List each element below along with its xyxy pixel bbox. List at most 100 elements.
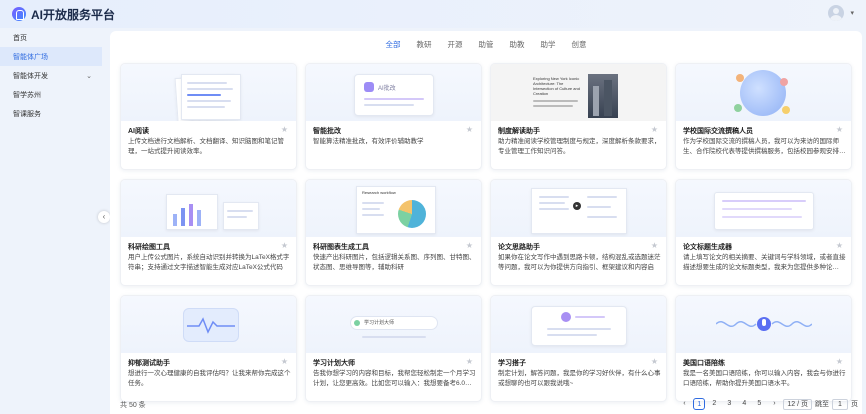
card-description: 告我你想学习的内容和目标，我帮您轻松制定一个月学习计划，让您更高效。比如您可以输… [313,370,476,387]
card-description: 智能算法精准批改，有效评价辅助教学 [313,138,424,145]
jump-page-input[interactable]: 1 [832,398,848,410]
pagination: ‹ 1 2 3 4 5 › 12 / 页 跳至 1 页 [678,398,858,410]
star-icon[interactable]: ★ [466,241,473,250]
sidebar-item-label: 首页 [13,34,27,42]
card-description: 想进行一次心理健康的自我评估吗？让我来帮你完成这个任务。 [128,370,291,387]
sidebar-item-label: 智能体开发 [13,72,48,80]
agent-card-thesis-idea[interactable]: ▸ 论文思路助手 ★ 如果你在论文写作中遇到思路卡顿，结构混乱或选题迷茫等问题，… [490,179,667,286]
star-icon[interactable]: ★ [281,241,288,250]
card-description: 如果你在论文写作中遇到思路卡顿，结构混乱或选题迷茫等问题，我可以为你提供方向指引… [498,254,661,271]
card-thumbnail: ▸ [491,180,666,237]
main-panel: 全部 教研 开源 助管 助教 助学 创意 AI阅读 ★ 上传文档进行文档解析、文… [110,31,862,414]
sidebar-item-agent-dev[interactable]: 智能体开发 ⌄ [0,66,102,85]
card-description: 快速产出科研图片，包括逻辑关系图、序列图、甘特图、状态图、思维导图等，辅助科研 [313,254,476,271]
card-title: AI阅读 [128,128,149,135]
card-title: 美国口语陪练 [683,360,725,367]
star-icon[interactable]: ★ [651,357,658,366]
page-1-button[interactable]: 1 [693,398,706,410]
agent-card-intl-writer[interactable]: 学校国际交流撰稿人员 ★ 作为学校国际交流的撰稿人员，我可以为来访的国际师生、合… [675,63,852,170]
thumb-heading: Exploring New York Iconic Architecture: … [533,76,580,96]
card-thumbnail: Exploring New York Iconic Architecture: … [491,64,666,121]
card-title: 论文标题生成器 [683,244,732,251]
sidebar: 首页 智能体广场 智能体开发 ⌄ 智学苏州 智课服务 [0,28,102,414]
soundwave-icon [716,317,812,331]
total-count: 共 50 条 [120,402,146,409]
page-4-button[interactable]: 4 [738,398,750,410]
agent-card-chart-generator[interactable]: Research workflow 科研图表生成工具 ★ 快速产出科研图片，包括… [305,179,482,286]
star-icon[interactable]: ★ [651,125,658,134]
user-menu[interactable]: ▾ [828,5,854,21]
page-5-button[interactable]: 5 [753,398,765,410]
star-icon[interactable]: ★ [281,125,288,134]
jump-suffix: 页 [851,401,858,408]
card-description: 助力精准阅读学校管理制度与规定，深度解析条款要求，专业管理工作知识问答。 [498,138,661,155]
agent-card-study-planner[interactable]: 学习计划大师 学习计划大师 ★ 告我你想学习的内容和目标，我帮您轻松制定一个月学… [305,295,482,402]
agent-card-title-generator[interactable]: 论文标题生成器 ★ 请上填写论文的相关摘要、关键词与学科领域，或者直接描述想要生… [675,179,852,286]
page-size-select[interactable]: 12 / 页 [783,398,812,410]
card-thumbnail: Research workflow [306,180,481,237]
sidebar-item-smart-suzhou[interactable]: 智学苏州 [0,85,102,104]
tab-management[interactable]: 助管 [471,39,502,50]
agent-card-smart-grading[interactable]: AI批改 智能批改 ★ 智能算法精准批改，有效评价辅助教学 [305,63,482,170]
tab-research[interactable]: 教研 [409,39,440,50]
sidebar-item-course-service[interactable]: 智课服务 [0,104,102,123]
prev-page-button[interactable]: ‹ [678,398,690,410]
card-description: 作为学校国际交流的撰稿人员，我可以为来访的国际师生、合作院校代表等提供撰稿服务，… [683,138,846,155]
app-title: AI开放服务平台 [31,7,116,22]
card-thumbnail: 学习计划大师 [306,296,481,353]
sidebar-item-label: 智学苏州 [13,91,41,99]
card-title: 科研图表生成工具 [313,244,369,251]
thumb-label: AI批改 [378,86,396,92]
category-tabs: 全部 教研 开源 助管 助教 助学 创意 [110,39,862,50]
chevron-down-icon[interactable]: ▾ [850,9,854,17]
thumb-heading: Research workflow [362,190,396,195]
star-icon[interactable]: ★ [651,241,658,250]
agent-card-research-drawing[interactable]: 科研绘图工具 ★ 用户上传公式图片，系统自动识别并转换为LaTeX格式字符串；支… [120,179,297,286]
tab-learning[interactable]: 助学 [533,39,564,50]
agent-card-ai-reading[interactable]: AI阅读 ★ 上传文档进行文档解析、文档翻译、知识脑图和笔记管理，一站式提升阅读… [120,63,297,170]
sidebar-item-agent-square[interactable]: 智能体广场 [0,47,102,66]
card-title: 学校国际交流撰稿人员 [683,128,753,135]
agent-card-oral-practice[interactable]: 美国口语陪练 ★ 我是一名美国口语陪练，你可以输入内容，我会与你进行口语陪练，帮… [675,295,852,402]
card-description: 上传文档进行文档解析、文档翻译、知识脑图和笔记管理，一站式提升阅读效率。 [128,138,284,155]
tab-open-source[interactable]: 开源 [440,39,471,50]
card-thumbnail [121,180,296,237]
card-thumbnail [676,64,851,121]
card-description: 请上填写论文的相关摘要、关键词与学科领域，或者直接描述想要生成的论文标题类型，我… [683,254,846,271]
star-icon[interactable]: ★ [466,357,473,366]
star-icon[interactable]: ★ [836,241,843,250]
page-3-button[interactable]: 3 [723,398,735,410]
agent-card-depression-test[interactable]: 抑郁测试助手 ★ 想进行一次心理健康的自我评估吗？让我来帮你完成这个任务。 [120,295,297,402]
next-page-button[interactable]: › [768,398,780,410]
chevron-down-icon: ⌄ [86,72,92,80]
sidebar-item-label: 智能体广场 [13,53,48,61]
card-title: 智能批改 [313,128,341,135]
agent-card-study-buddy[interactable]: 学习搭子 ★ 制定计划，解答问题，我是你的学习好伙伴，有什么心事或想聊的也可以跟… [490,295,667,402]
star-icon[interactable]: ★ [281,357,288,366]
star-icon[interactable]: ★ [836,125,843,134]
avatar[interactable] [828,5,845,21]
card-title: 抑郁测试助手 [128,360,170,367]
jump-label: 跳至 [815,401,829,408]
sidebar-item-home[interactable]: 首页 [0,28,102,47]
star-icon[interactable]: ★ [466,125,473,134]
card-title: 学习计划大师 [313,360,355,367]
page-2-button[interactable]: 2 [708,398,720,410]
tab-teaching[interactable]: 助教 [502,39,533,50]
agent-card-policy-reader[interactable]: Exploring New York Iconic Architecture: … [490,63,667,170]
card-description: 我是一名美国口语陪练，你可以输入内容，我会与你进行口语陪练，帮助你提升美国口语水… [683,370,846,387]
card-title: 制度解读助手 [498,128,540,135]
card-thumbnail: AI批改 [306,64,481,121]
star-icon[interactable]: ★ [836,357,843,366]
collapse-sidebar-button[interactable]: ‹ [98,211,110,223]
card-description: 用户上传公式图片，系统自动识别并转换为LaTeX格式字符串；支持通过文字描述智能… [128,254,290,271]
top-header: AI开放服务平台 ▾ [0,0,866,28]
card-title: 论文思路助手 [498,244,540,251]
card-thumbnail [676,180,851,237]
card-thumbnail [121,296,296,353]
card-thumbnail [121,64,296,121]
card-thumbnail [491,296,666,353]
tab-all[interactable]: 全部 [378,39,409,50]
sidebar-item-label: 智课服务 [13,110,41,118]
tab-creative[interactable]: 创意 [564,39,595,50]
